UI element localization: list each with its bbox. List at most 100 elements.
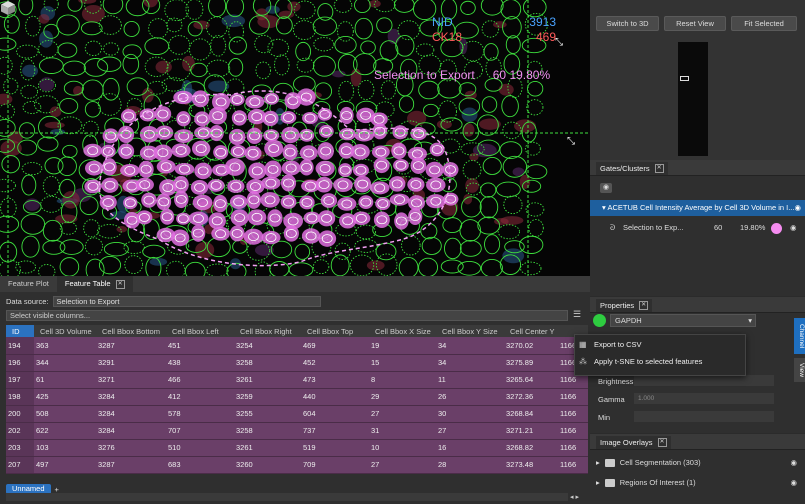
table-cell: 30 <box>436 405 504 423</box>
legend-name: NID <box>432 15 453 29</box>
column-header-id[interactable]: ID <box>6 325 34 337</box>
minimap-viewport[interactable] <box>680 76 689 81</box>
tab-label: Feature Plot <box>8 279 49 288</box>
table-cell: 3284 <box>96 405 166 423</box>
cube-icon[interactable] <box>0 0 16 16</box>
table-row[interactable]: 203 103 3276 510 3261 519 10 16 3268.82 1166 <box>6 439 588 457</box>
eye-icon[interactable]: ◉ <box>790 478 797 487</box>
table-cell: 34 <box>436 337 504 355</box>
table-cell: 3254 <box>234 337 301 355</box>
table-cell: 3255 <box>234 405 301 423</box>
chevron-right-icon[interactable]: ▸ <box>596 478 600 487</box>
table-row[interactable]: 200 508 3284 578 3255 604 27 30 3268.84 1166 <box>6 405 588 423</box>
column-header[interactable]: Cell Center Y <box>504 325 558 337</box>
table-row[interactable]: 196 344 3291 438 3258 452 15 34 3275.89 1166 <box>6 354 588 372</box>
tab-properties[interactable]: Properties ✕ <box>596 299 653 312</box>
minimap[interactable] <box>678 42 708 156</box>
min-field[interactable] <box>634 411 774 422</box>
table-row[interactable]: 197 61 3271 466 3261 473 8 11 3265.64 1166 <box>6 371 588 389</box>
table-cell: 28 <box>436 456 504 474</box>
navigator-panel: Switch to 3D Reset View Fit Selected <box>590 0 805 160</box>
table-cell: 3271.21 <box>504 422 558 440</box>
visible-columns-select[interactable]: Select visible columns... <box>6 310 568 321</box>
gates-header: Gates/Clusters ✕ <box>590 160 805 176</box>
tab-channel[interactable]: Channel <box>794 318 805 354</box>
channel-select[interactable]: GAPDH ▾ <box>610 314 756 327</box>
table-cell: 412 <box>166 388 234 406</box>
tab-label: Gates/Clusters <box>600 164 650 173</box>
scroll-arrows[interactable]: ◂ ▸ <box>570 493 579 501</box>
column-header[interactable]: Cell Bbox X Size <box>369 325 436 337</box>
menu-label: Apply t-SNE to selected features <box>594 357 703 366</box>
close-icon[interactable]: ✕ <box>115 279 125 289</box>
table-cell: 19 <box>369 337 436 355</box>
table-cell: 3287 <box>96 337 166 355</box>
eye-icon[interactable]: ◉ <box>790 458 797 467</box>
table-cell: 363 <box>34 337 96 355</box>
reset-view-button[interactable]: Reset View <box>664 16 726 31</box>
tab-feature-plot[interactable]: Feature Plot <box>0 276 57 292</box>
switch-3d-button[interactable]: Switch to 3D <box>596 16 659 31</box>
table-row[interactable]: 207 497 3287 683 3260 709 27 28 3273.48 1166 <box>6 456 588 474</box>
context-menu: ▦ Export to CSV ⁂ Apply t-SNE to selecte… <box>574 334 746 376</box>
eye-icon[interactable]: ◉ <box>600 183 612 193</box>
column-header[interactable]: Cell Bbox Right <box>234 325 301 337</box>
table-row[interactable]: 202 622 3284 707 3258 737 31 27 3271.21 1166 <box>6 422 588 440</box>
list-icon[interactable]: ☰ <box>573 310 583 320</box>
table-row[interactable]: 198 425 3284 412 3259 440 29 26 3272.36 1166 <box>6 388 588 406</box>
expand-icon[interactable]: ⤡ <box>567 136 575 147</box>
image-viewer[interactable]: NID 3913 CK18 469 Selection to Export 60… <box>0 0 590 276</box>
chevron-right-icon[interactable]: ▸ <box>596 458 600 467</box>
column-header[interactable]: Cell Bbox Left <box>166 325 234 337</box>
table-row[interactable]: 194 363 3287 451 3254 469 19 34 3270.02 1166 <box>6 337 588 355</box>
table-cell: 27 <box>369 456 436 474</box>
selection-count: 60 <box>714 223 723 232</box>
tab-gates-clusters[interactable]: Gates/Clusters ✕ <box>596 162 668 175</box>
table-cell: 27 <box>369 405 436 423</box>
close-icon[interactable]: ✕ <box>639 301 649 310</box>
data-source-select[interactable]: Selection to Export <box>52 296 321 307</box>
tab-feature-table[interactable]: Feature Table ✕ <box>56 276 133 292</box>
table-cell: 683 <box>166 456 234 474</box>
fit-selected-button[interactable]: Fit Selected <box>731 16 797 31</box>
table-cell: 8 <box>369 371 436 389</box>
overlay-row[interactable]: ▸ Regions Of Interest (1) ◉ <box>596 478 801 487</box>
selection-name: Selection to Exp... <box>623 223 684 232</box>
tab-view[interactable]: View <box>794 358 805 382</box>
app-window: NID 3913 CK18 469 Selection to Export 60… <box>0 0 805 504</box>
menu-item-export-csv[interactable]: ▦ Export to CSV <box>579 340 642 349</box>
overlay-label: Regions Of Interest (1) <box>619 478 696 487</box>
table-cell: 709 <box>301 456 369 474</box>
table-cell: 3276 <box>96 439 166 457</box>
tab-image-overlays[interactable]: Image Overlays ✕ <box>596 436 671 449</box>
horizontal-scrollbar[interactable] <box>6 493 568 501</box>
table-cell: 3261 <box>234 371 301 389</box>
expand-icon[interactable]: ⤡ <box>555 37 563 48</box>
table-cell: 1166 <box>558 456 588 474</box>
overlay-row[interactable]: ▸ Cell Segmentation (303) ◉ <box>596 458 801 467</box>
channel-color-swatch[interactable] <box>593 314 606 327</box>
selection-row[interactable]: ᘐ Selection to Exp... 60 19.80% ◉ <box>590 220 805 236</box>
bottom-tabs: Feature Plot Feature Table ✕ <box>0 276 590 292</box>
table-cell: 11 <box>436 371 504 389</box>
close-icon[interactable]: ✕ <box>657 438 667 447</box>
table-cell: 16 <box>436 439 504 457</box>
gate-label: ACETUB Cell Intensity Average by Cell 3D… <box>607 203 795 212</box>
table-cell: 3273.48 <box>504 456 558 474</box>
close-icon[interactable]: ✕ <box>654 164 664 173</box>
column-header[interactable]: Cell Bbox Bottom <box>96 325 166 337</box>
gate-row[interactable]: ▾ ACETUB Cell Intensity Average by Cell … <box>590 200 805 216</box>
brightness-field[interactable] <box>634 375 774 386</box>
row-id-cell: 194 <box>6 337 34 355</box>
eye-icon[interactable]: ◉ <box>794 200 801 216</box>
selection-color-swatch[interactable] <box>771 223 782 234</box>
column-header[interactable]: Cell Bbox Y Size <box>436 325 504 337</box>
row-id-cell: 202 <box>6 422 34 440</box>
gamma-field[interactable]: 1.000 <box>634 393 774 404</box>
column-header[interactable]: Cell 3D Volume <box>34 325 96 337</box>
table-cell: 103 <box>34 439 96 457</box>
table-cell: 3291 <box>96 354 166 372</box>
column-header[interactable]: Cell Bbox Top <box>301 325 369 337</box>
eye-icon[interactable]: ◉ <box>790 220 797 236</box>
menu-item-apply-tsne[interactable]: ⁂ Apply t-SNE to selected features <box>579 357 702 366</box>
